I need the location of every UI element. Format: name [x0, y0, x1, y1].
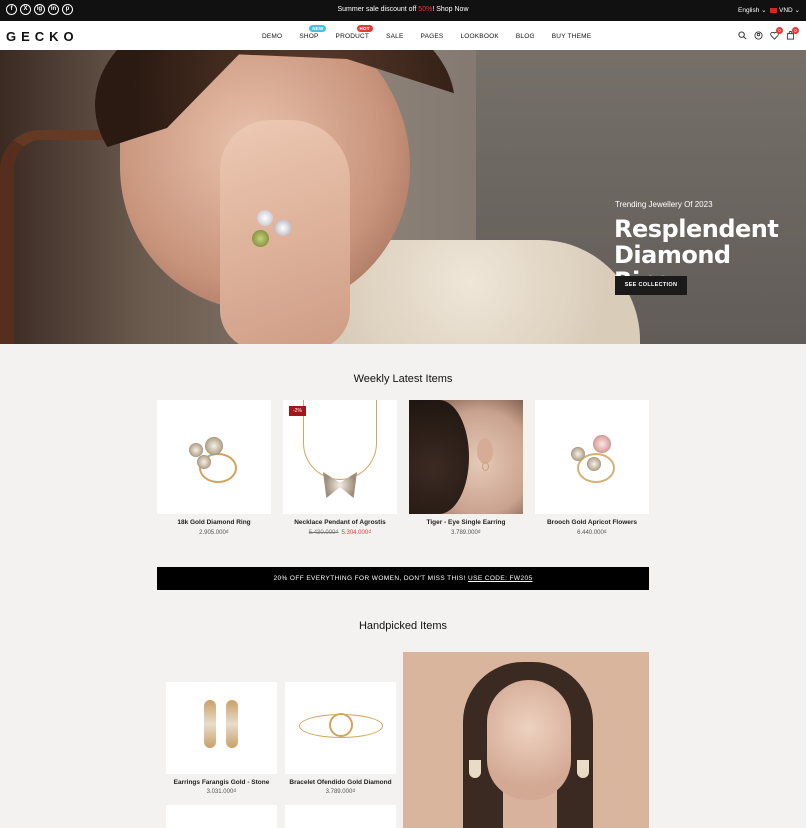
product-card-earrings[interactable] — [166, 682, 277, 774]
handpicked-model-image[interactable] — [403, 652, 649, 828]
nav-label: DEMO — [262, 33, 283, 40]
product-price: 5.430.000₫ 5.304.000₫ — [283, 530, 397, 536]
old-price: 5.430.000₫ — [308, 530, 339, 536]
product-card-ring[interactable] — [157, 400, 271, 514]
banner-text: 20% OFF EVERYTHING FOR WOMEN, DON'T MISS… — [273, 575, 468, 582]
flower-shape — [571, 447, 585, 461]
nav-product[interactable]: PRODUCT HOT — [335, 25, 373, 40]
product-card-earring[interactable] — [409, 400, 523, 514]
product-name[interactable]: Tiger - Eye Single Earring — [409, 519, 523, 526]
coupon-banner: 20% OFF EVERYTHING FOR WOMEN, DON'T MISS… — [157, 567, 649, 590]
nav-label: BUY THEME — [551, 33, 592, 40]
face-shape — [487, 680, 571, 800]
product-price: 3.789.000₫ — [451, 530, 481, 536]
ring-gem-image — [275, 220, 291, 236]
sale-price: 5.304.000₫ — [341, 530, 372, 536]
flower-shape — [587, 457, 601, 471]
flower-shape — [205, 437, 223, 455]
nav-pages[interactable]: PAGES — [421, 33, 444, 40]
product-name[interactable]: 18k Gold Diamond Ring — [157, 519, 271, 526]
nav-lookbook[interactable]: LOOKBOOK — [460, 33, 498, 40]
product-card-bracelet[interactable] — [285, 682, 396, 774]
site-header: GECKO DEMO SHOP NEW PRODUCT HOT SALE PAGES… — [0, 21, 806, 50]
product-card[interactable] — [166, 805, 277, 828]
nav-blog[interactable]: BLOG — [516, 33, 535, 40]
hair-shape — [409, 400, 469, 514]
flower-shape — [197, 455, 211, 469]
product-image — [303, 400, 377, 480]
ear-shape — [477, 438, 493, 464]
flower-shape — [593, 435, 611, 453]
earring-shape — [226, 700, 238, 748]
product-image — [189, 435, 241, 487]
ring-gem-image — [257, 210, 273, 226]
product-image — [567, 435, 619, 487]
header-actions: 0 0 — [738, 27, 799, 40]
product-name[interactable]: Brooch Gold Apricot Flowers — [535, 519, 649, 526]
announcement-bar: f X ig in p Summer sale discount off 50%… — [0, 0, 806, 21]
promo-discount: 50% — [418, 6, 433, 13]
nav-sale[interactable]: SALE — [386, 33, 403, 40]
product-price: 2.905.000₫ — [199, 530, 229, 536]
product-name[interactable]: Necklace Pendant of Agrostis — [283, 519, 397, 526]
currency-label: VND ⌄ — [779, 7, 800, 14]
product-name[interactable]: Bracelet Ofendido Gold Diamond — [285, 779, 396, 786]
promo-text[interactable]: Summer sale discount off 50%! Shop Now — [0, 6, 806, 13]
promo-shop-now[interactable]: ! Shop Now — [432, 6, 468, 13]
nav-label: LOOKBOOK — [460, 33, 499, 40]
nav-label: PRODUCT — [335, 33, 370, 40]
coupon-code-link[interactable]: USE CODE: FW205 — [468, 575, 533, 582]
product-card-brooch[interactable] — [535, 400, 649, 514]
nav-demo[interactable]: DEMO — [262, 33, 282, 40]
product-price: 3.789.000₫ — [325, 789, 356, 795]
see-collection-button[interactable]: SEE COLLECTION — [615, 276, 687, 295]
product-price: 6.440.000₫ — [577, 530, 607, 536]
bracelet-charm-shape — [329, 713, 353, 737]
promo-prefix: Summer sale discount off — [337, 6, 419, 13]
hero-subtitle: Trending Jewellery Of 2023 — [615, 200, 713, 209]
wishlist-count: 0 — [776, 27, 783, 34]
nav-shop[interactable]: SHOP NEW — [299, 25, 327, 40]
cart-icon[interactable]: 0 — [786, 27, 799, 40]
nav-label: BLOG — [515, 33, 535, 40]
nav-label: PAGES — [420, 33, 444, 40]
nav-label: SHOP — [299, 33, 319, 40]
account-icon[interactable] — [754, 31, 763, 40]
ring-gem-image — [252, 230, 269, 247]
hot-badge: HOT — [356, 25, 373, 32]
discount-tag: -2% — [289, 406, 306, 416]
product-card-necklace[interactable]: -2% — [283, 400, 397, 514]
handpicked-section-title: Handpicked Items — [358, 620, 448, 632]
wishlist-icon[interactable]: 0 — [770, 27, 783, 40]
weekly-section-title: Weekly Latest Items — [353, 373, 453, 385]
product-card[interactable] — [285, 805, 396, 828]
product-name[interactable]: Earrings Farangis Gold - Stone — [166, 779, 277, 786]
earring-shape — [204, 700, 216, 748]
language-selector[interactable]: English ⌄ — [738, 6, 767, 14]
product-price: 3.031.000₫ — [206, 789, 237, 795]
currency-selector[interactable]: VND ⌄ — [770, 6, 800, 14]
earring-shape — [577, 760, 589, 778]
product-image — [409, 400, 523, 514]
search-icon[interactable] — [738, 31, 747, 40]
vietnam-flag-icon — [770, 7, 777, 13]
main-nav: DEMO SHOP NEW PRODUCT HOT SALE PAGES LOOKB… — [262, 25, 608, 40]
site-logo[interactable]: GECKO — [6, 29, 79, 44]
new-badge: NEW — [309, 25, 327, 32]
nav-buy-theme[interactable]: BUY THEME — [552, 33, 592, 40]
cart-count: 0 — [792, 27, 799, 34]
earring-shape — [469, 760, 481, 778]
nav-label: SALE — [386, 33, 404, 40]
earring-shape — [482, 462, 489, 471]
hero-slider[interactable]: Trending Jewellery Of 2023 Resplendent D… — [0, 50, 806, 344]
